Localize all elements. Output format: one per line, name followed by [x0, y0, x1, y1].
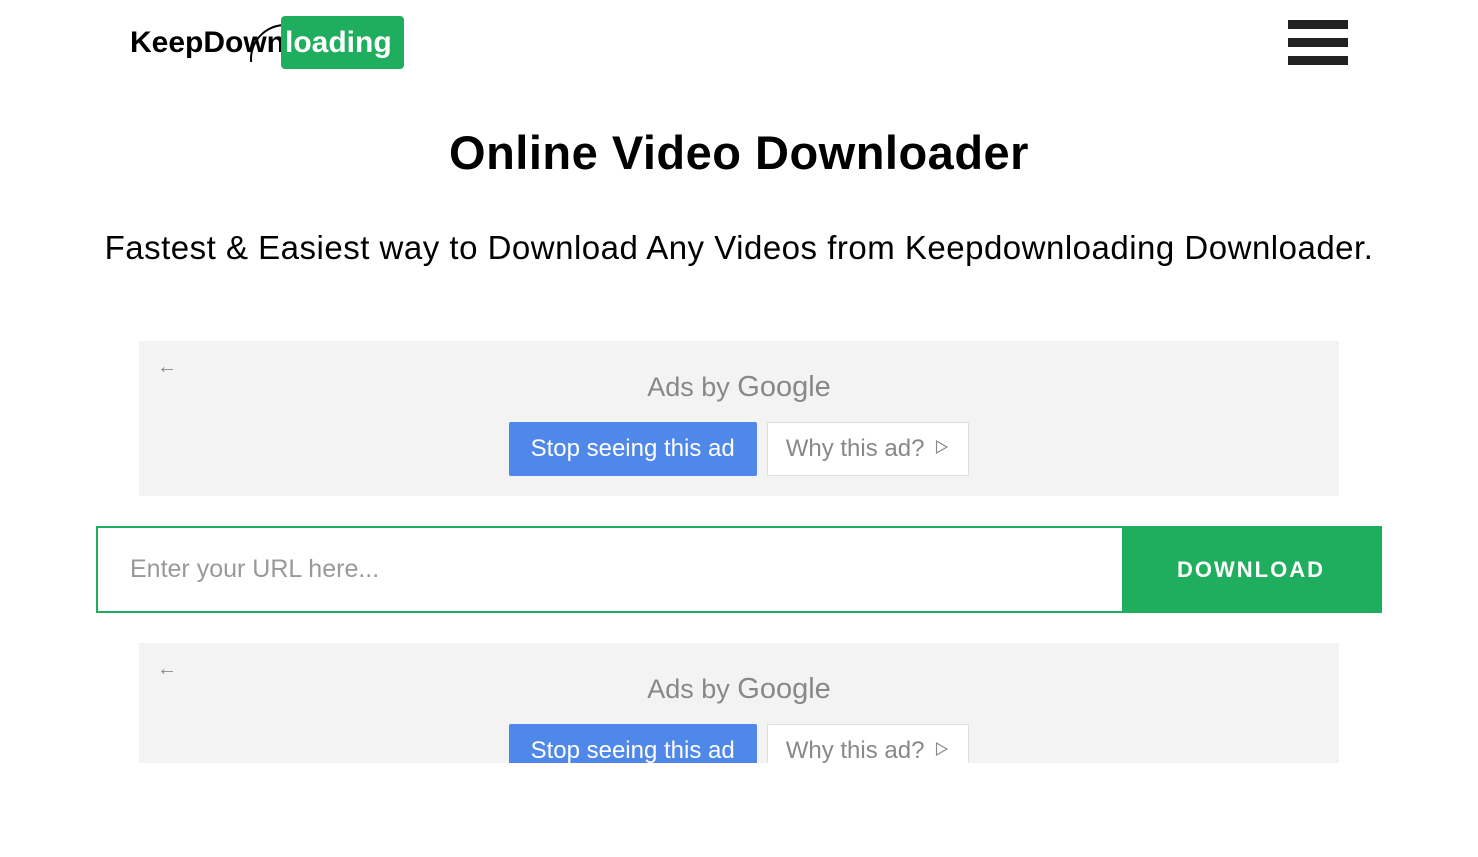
- ad-label-prefix: Ads by: [647, 674, 737, 704]
- stop-ad-button[interactable]: Stop seeing this ad: [509, 422, 757, 476]
- logo-part-keep: Keep: [130, 26, 203, 59]
- page-title: Online Video Downloader: [30, 125, 1448, 180]
- logo-part-down: Down: [203, 26, 285, 59]
- ad-label-prefix: Ads by: [647, 372, 737, 402]
- header: KeepDownloading: [0, 0, 1478, 85]
- logo-part-loading: loading: [281, 16, 404, 69]
- url-input[interactable]: [98, 528, 1122, 611]
- stop-ad-button[interactable]: Stop seeing this ad: [509, 724, 757, 763]
- why-ad-button[interactable]: Why this ad?: [767, 724, 970, 763]
- logo-text: KeepDownloading: [130, 26, 404, 60]
- ad-label-brand: Google: [737, 371, 831, 403]
- logo[interactable]: KeepDownloading: [130, 26, 404, 60]
- ad-buttons: Stop seeing this ad Why this ad?: [157, 422, 1321, 476]
- why-ad-button[interactable]: Why this ad?: [767, 422, 970, 476]
- why-ad-label: Why this ad?: [786, 435, 925, 463]
- ad-banner-bottom: ← Ads by Google Stop seeing this ad Why …: [139, 643, 1339, 763]
- adchoices-icon: [932, 435, 950, 463]
- ad-banner-top: ← Ads by Google Stop seeing this ad Why …: [139, 341, 1339, 496]
- back-arrow-icon[interactable]: ←: [157, 356, 177, 379]
- ad-label: Ads by Google: [157, 371, 1321, 404]
- main-content: Online Video Downloader Fastest & Easies…: [0, 85, 1478, 763]
- url-form: DOWNLOAD: [96, 526, 1382, 613]
- back-arrow-icon[interactable]: ←: [157, 658, 177, 681]
- adchoices-icon: [932, 737, 950, 763]
- download-button[interactable]: DOWNLOAD: [1122, 528, 1380, 611]
- ad-label-brand: Google: [737, 673, 831, 705]
- hamburger-menu-icon[interactable]: [1288, 20, 1348, 65]
- ad-label: Ads by Google: [157, 673, 1321, 706]
- ad-buttons: Stop seeing this ad Why this ad?: [157, 724, 1321, 763]
- why-ad-label: Why this ad?: [786, 737, 925, 763]
- page-subtitle: Fastest & Easiest way to Download Any Vi…: [30, 220, 1448, 276]
